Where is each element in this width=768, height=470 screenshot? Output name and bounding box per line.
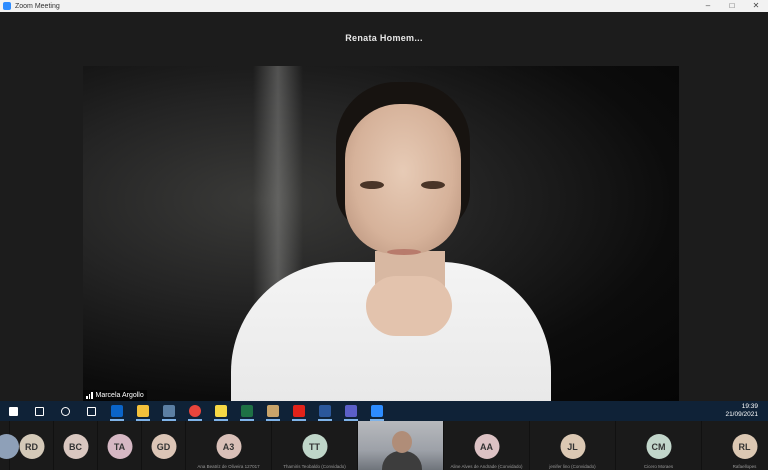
participant-avatar: TT	[302, 434, 327, 459]
participant-avatar: GD	[151, 434, 176, 459]
participant-name: Aline Alves de Andrade (Convidado)	[450, 464, 523, 469]
clock-date: 21/09/2021	[725, 411, 758, 418]
person-eye-right	[421, 181, 445, 189]
title-bar: Zoom Meeting – □ ✕	[0, 0, 768, 12]
chrome-icon	[189, 405, 201, 417]
cortana-icon	[60, 406, 70, 416]
minimize-button[interactable]: –	[696, 0, 720, 12]
person-face	[345, 104, 461, 254]
participant-tile[interactable]: JL jenifer lino (Convidado)	[530, 421, 616, 470]
participant-tile[interactable]: RD	[10, 421, 54, 470]
participant-avatar: RD	[19, 434, 44, 459]
participant-tile[interactable]: TT Thamiris Teobaldo (Convidado)	[272, 421, 358, 470]
taskbar-item-teams[interactable]	[338, 401, 364, 421]
person-eye-left	[360, 181, 384, 189]
participant-video-body	[382, 451, 422, 470]
participant-avatar: JL	[560, 434, 585, 459]
participant-avatar: CM	[646, 434, 671, 459]
video-participant-name: Marcela Argollo	[95, 392, 144, 399]
taskbar-item-paint[interactable]	[260, 401, 286, 421]
excel-icon	[241, 405, 253, 417]
participant-tile[interactable]: GD	[142, 421, 186, 470]
windows-start-icon	[8, 406, 18, 416]
task-view-icon	[86, 406, 96, 416]
participant-avatar: A3	[216, 434, 241, 459]
participant-avatar: RL	[732, 434, 757, 459]
participant-tile[interactable]: TA	[98, 421, 142, 470]
participant-strip: RD BC TA GD A3 Ana Beatriz de Oliveira 127017…	[0, 421, 768, 470]
taskbar-item-word[interactable]	[312, 401, 338, 421]
taskbar-item-cortana[interactable]	[52, 401, 78, 421]
participant-name: Thamiris Teobaldo (Convidado)	[283, 464, 346, 469]
active-speaker-name: Renata Homem...	[345, 33, 423, 43]
participant-video-person	[392, 431, 412, 453]
participant-tile[interactable]: CM Cicero Moraes	[616, 421, 702, 470]
taskbar-item-zoom[interactable]	[364, 401, 390, 421]
participant-tile[interactable]	[358, 421, 444, 470]
taskbar-item-search[interactable]	[26, 401, 52, 421]
participant-avatar: TA	[107, 434, 132, 459]
taskbar-item-windows-start[interactable]	[0, 401, 26, 421]
taskbar-item-sticky-notes[interactable]	[208, 401, 234, 421]
participant-name: Cicero Moraes	[643, 464, 674, 469]
participant-avatar: BC	[63, 434, 88, 459]
outlook-icon	[111, 405, 123, 417]
close-button[interactable]: ✕	[744, 0, 768, 12]
search-icon	[34, 406, 44, 416]
participant-avatar: AA	[474, 434, 499, 459]
participant-tile[interactable]	[0, 421, 19, 470]
participant-tile[interactable]: A3 Ana Beatriz de Oliveira 127017	[186, 421, 272, 470]
maximize-button[interactable]: □	[720, 0, 744, 12]
taskbar-item-acrobat[interactable]	[286, 401, 312, 421]
window-controls: – □ ✕	[696, 0, 768, 12]
word-icon	[319, 405, 331, 417]
file-explorer-icon	[137, 405, 149, 417]
active-speaker-video[interactable]	[83, 66, 679, 401]
taskbar-item-outlook[interactable]	[104, 401, 130, 421]
person-hand	[366, 276, 452, 336]
participant-tile[interactable]: BC	[54, 421, 98, 470]
participant-name: Ana Beatriz de Oliveira 127017	[197, 464, 260, 469]
taskbar-item-calculator[interactable]	[156, 401, 182, 421]
participant-tile[interactable]: RL Rafaellopes	[702, 421, 768, 470]
teams-icon	[345, 405, 357, 417]
taskbar-clock[interactable]: 19:39 21/09/2021	[725, 403, 758, 419]
sticky-notes-icon	[215, 405, 227, 417]
windows-taskbar: 19:39 21/09/2021	[0, 401, 768, 421]
paint-icon	[267, 405, 279, 417]
taskbar-item-excel[interactable]	[234, 401, 260, 421]
window-title: Zoom Meeting	[15, 2, 60, 10]
taskbar-item-task-view[interactable]	[78, 401, 104, 421]
participant-tile[interactable]: AA Aline Alves de Andrade (Convidado)	[444, 421, 530, 470]
taskbar-item-file-explorer[interactable]	[130, 401, 156, 421]
participant-name: Rafaellopes	[732, 464, 757, 469]
video-name-label: Marcela Argollo	[83, 390, 147, 401]
zoom-window: Zoom Meeting – □ ✕ Renata Homem... Marce…	[0, 0, 768, 470]
zoom-app-icon	[3, 2, 11, 10]
person-mouth	[387, 249, 421, 255]
participant-name: jenifer lino (Convidado)	[549, 464, 596, 469]
zoom-icon	[371, 405, 383, 417]
connection-signal-icon	[86, 392, 93, 399]
taskbar-item-chrome[interactable]	[182, 401, 208, 421]
clock-time: 19:39	[741, 403, 758, 410]
acrobat-icon	[293, 405, 305, 417]
calculator-icon	[163, 405, 175, 417]
